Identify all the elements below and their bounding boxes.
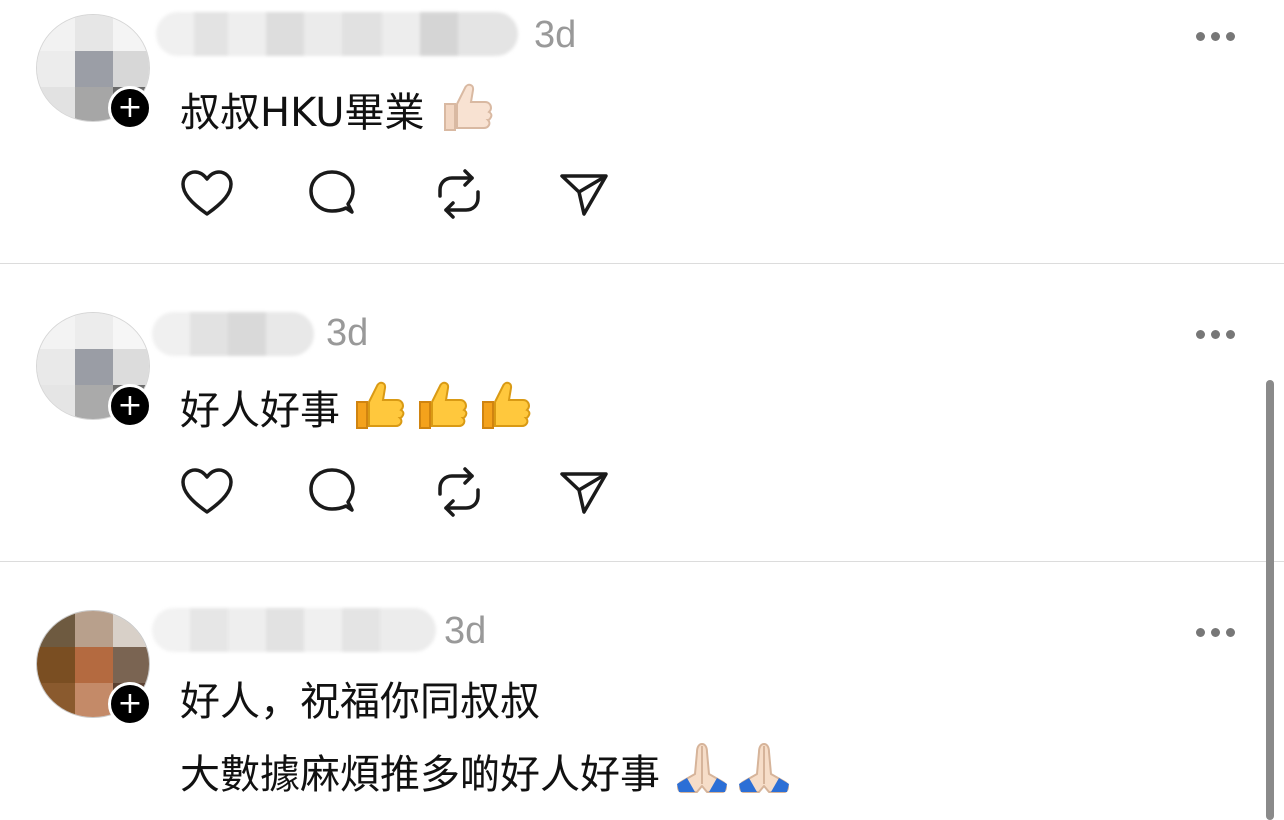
post-actions (180, 466, 620, 518)
heart-icon[interactable] (180, 466, 234, 518)
post-text: 叔叔HKU畢業 (180, 76, 495, 149)
post-3: + 3d 好人，祝福你同叔叔 大數據麻煩推多啲好人好事 (0, 562, 1284, 815)
username-blurred[interactable] (152, 312, 314, 356)
more-icon[interactable] (1196, 626, 1236, 638)
post-text-content: 好人好事 (180, 388, 340, 434)
repost-icon[interactable] (432, 466, 486, 518)
post-text-line-1: 好人，祝福你同叔叔 (180, 679, 540, 725)
post-text: 好人好事 (180, 374, 539, 447)
post-2: + 3d 好人好事 (0, 264, 1284, 561)
repost-icon[interactable] (432, 168, 486, 220)
more-icon[interactable] (1196, 328, 1236, 340)
post-time: 3d (326, 312, 369, 354)
post-text-content: 大數據麻煩推多啲好人好事 (180, 752, 660, 798)
thumbs-up-light-emoji (437, 76, 495, 149)
plus-icon[interactable]: + (108, 86, 152, 130)
post-1: + 3d 叔叔HKU畢業 (0, 0, 1284, 263)
comment-icon[interactable] (306, 168, 360, 220)
username-blurred[interactable] (152, 608, 436, 652)
plus-icon[interactable]: + (108, 384, 152, 428)
post-text-line-2: 大數據麻煩推多啲好人好事 (180, 738, 797, 811)
post-time: 3d (444, 610, 487, 652)
share-icon[interactable] (558, 168, 612, 220)
plus-icon[interactable]: + (108, 682, 152, 726)
heart-icon[interactable] (180, 168, 234, 220)
comment-icon[interactable] (306, 466, 360, 518)
username-blurred[interactable] (156, 12, 518, 56)
post-text-content: 叔叔HKU畢業 (180, 90, 425, 136)
more-icon[interactable] (1196, 30, 1236, 42)
post-time: 3d (534, 14, 577, 56)
scrollbar[interactable] (1266, 380, 1274, 820)
folded-hands-emoji (673, 738, 797, 811)
post-actions (180, 168, 620, 220)
thumbs-up-yellow-emoji (353, 374, 539, 447)
share-icon[interactable] (558, 466, 612, 518)
